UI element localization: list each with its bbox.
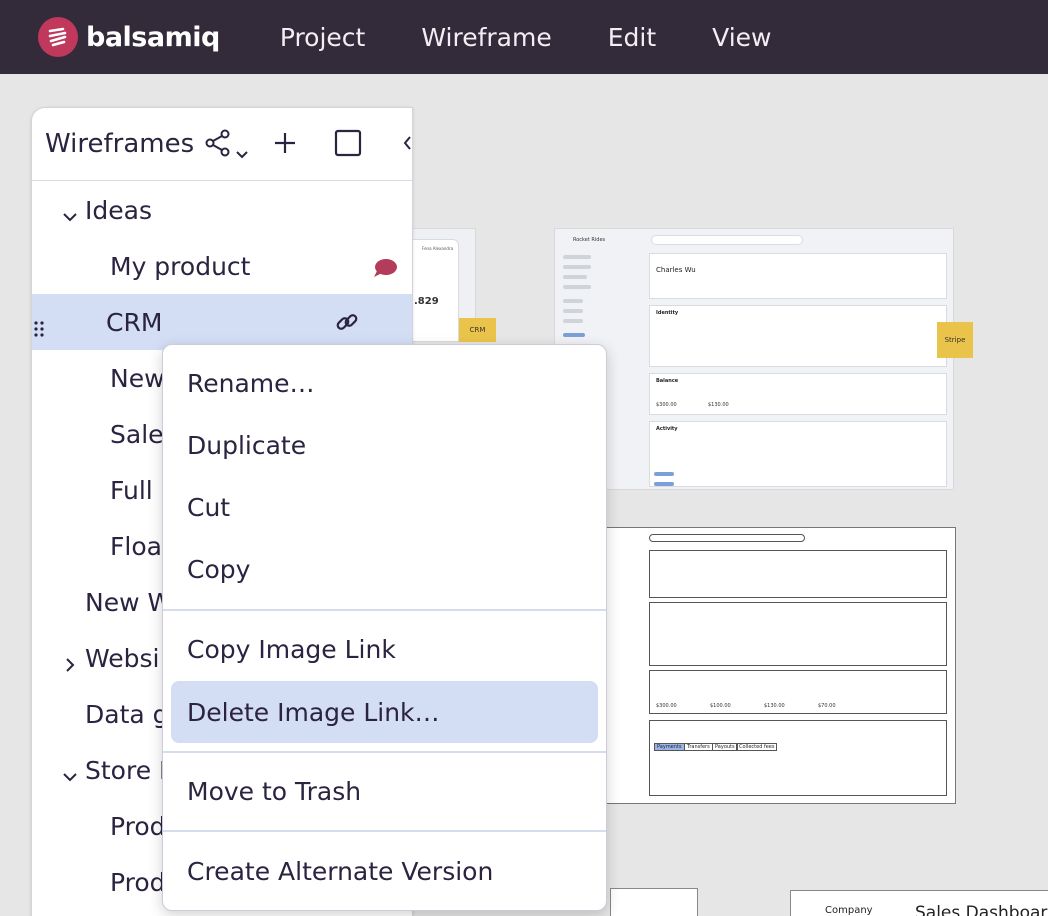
- sketch-account-card: [649, 550, 947, 598]
- thumb-balance-card: Balance $300.00 $130.00: [649, 373, 947, 415]
- thumb-account-card: Charles Wu: [649, 253, 947, 299]
- tree-label: Prod: [110, 811, 166, 841]
- chevron-down-icon[interactable]: [235, 148, 249, 162]
- thumb-identity-card: Identity: [649, 305, 947, 367]
- add-icon[interactable]: [270, 128, 300, 158]
- sketch-value-3: $130.00: [764, 703, 785, 709]
- tree-item-crm[interactable]: CRM: [32, 294, 412, 350]
- menu-item-copy[interactable]: Copy: [171, 538, 598, 600]
- menu-item-rename[interactable]: Rename…: [171, 352, 598, 414]
- chevron-down-icon[interactable]: [62, 762, 78, 791]
- balsamiq-logo-icon: [38, 17, 78, 57]
- tree-label: Floa: [110, 531, 162, 561]
- tree-label: Data g: [85, 699, 169, 729]
- tree-label: Websi: [85, 643, 160, 673]
- top-menu-bar: balsamiq Project Wireframe Edit View: [0, 0, 1048, 74]
- sketch-tab-payments: Payments: [654, 743, 685, 751]
- tree-folder-ideas[interactable]: Ideas: [32, 182, 412, 238]
- main-menu: Project Wireframe Edit View: [280, 23, 828, 52]
- profile-value: .829: [414, 296, 439, 307]
- sketch-identity-card: [649, 602, 947, 666]
- menu-divider: [163, 830, 606, 832]
- menu-view[interactable]: View: [712, 23, 771, 52]
- menu-item-create-alternate-version[interactable]: Create Alternate Version: [171, 840, 598, 902]
- panel-header: Wireframes: [32, 108, 412, 181]
- menu-edit[interactable]: Edit: [608, 23, 656, 52]
- thumb-sales-dashboard-title: Sales Dashboard: [915, 903, 1048, 916]
- sticky-note-stripe[interactable]: Stripe: [937, 322, 973, 358]
- chevron-right-icon[interactable]: [62, 650, 78, 679]
- menu-item-duplicate[interactable]: Duplicate: [171, 414, 598, 476]
- thumb-activity-card: Activity: [649, 421, 947, 487]
- brand-name: balsamiq: [86, 21, 220, 53]
- tree-item-my-product[interactable]: My product: [32, 238, 412, 294]
- menu-divider: [163, 609, 606, 611]
- thumb-identity-title: Identity: [656, 310, 679, 316]
- menu-item-copy-image-link[interactable]: Copy Image Link: [171, 618, 598, 680]
- sketch-tab-fees: Collected fees: [736, 743, 778, 751]
- thumb-balance-title: Balance: [656, 378, 679, 384]
- tree-label: Full: [110, 475, 153, 505]
- tree-label: New: [110, 363, 165, 393]
- tree-label: My product: [110, 251, 251, 281]
- thumb-app-name: Rocket Rides: [573, 237, 606, 243]
- comment-icon[interactable]: [372, 256, 398, 285]
- square-icon[interactable]: [333, 128, 363, 158]
- wireframe-thumbnail-sketch[interactable]: $300.00 $100.00 $130.00 $70.00 Payments …: [600, 527, 956, 804]
- sticky-note-crm[interactable]: CRM: [459, 318, 496, 342]
- panel-title: Wireframes: [45, 129, 195, 159]
- collapse-icon[interactable]: [402, 128, 412, 158]
- tree-label: Prod: [110, 867, 166, 897]
- drag-handle-icon[interactable]: [34, 314, 44, 343]
- context-menu: Rename… Duplicate Cut Copy Copy Image Li…: [162, 344, 607, 911]
- profile-name: Fena Alexandra: [422, 246, 454, 251]
- wireframe-thumbnail-rocket-rides[interactable]: Rocket Rides Charles Wu Identity Balance…: [554, 228, 954, 490]
- sketch-tab-payouts: Payouts: [712, 743, 738, 751]
- wireframe-thumbnail-sales-dashboard[interactable]: Company Sales Dashboard: [790, 890, 1048, 916]
- tree-label: CRM: [106, 307, 163, 337]
- tree-label: Sale: [110, 419, 164, 449]
- chevron-down-icon[interactable]: [62, 202, 78, 231]
- share-icon[interactable]: [203, 128, 233, 158]
- sketch-value-2: $100.00: [710, 703, 731, 709]
- menu-project[interactable]: Project: [280, 23, 366, 52]
- sketch-value-1: $300.00: [656, 703, 677, 709]
- menu-item-move-to-trash[interactable]: Move to Trash: [171, 760, 598, 822]
- sketch-value-4: $70.00: [818, 703, 836, 709]
- thumb-available: $130.00: [708, 402, 729, 408]
- thumb-search: [651, 235, 803, 245]
- tree-label: New W: [85, 587, 173, 617]
- menu-item-delete-image-link[interactable]: Delete Image Link…: [171, 681, 598, 743]
- menu-wireframe[interactable]: Wireframe: [421, 23, 551, 52]
- wireframe-thumbnail-bottom-left[interactable]: [610, 888, 698, 916]
- sketch-tab-transfers: Transfers: [684, 743, 713, 751]
- thumb-activity-title: Activity: [656, 426, 678, 432]
- menu-divider: [163, 751, 606, 753]
- sketch-balance-card: $300.00 $100.00 $130.00 $70.00: [649, 670, 947, 714]
- thumb-account-name: Charles Wu: [656, 266, 696, 274]
- tree-label: Store I: [85, 755, 167, 785]
- app-logo[interactable]: balsamiq: [38, 17, 220, 57]
- menu-item-cut[interactable]: Cut: [171, 476, 598, 538]
- link-icon[interactable]: [334, 309, 360, 341]
- sketch-activity-card: Payments Transfers Payouts Collected fee…: [649, 720, 947, 796]
- thumb-company-label: Company: [825, 905, 873, 916]
- tree-label: Ideas: [85, 195, 152, 225]
- thumb-total-balance: $300.00: [656, 402, 677, 408]
